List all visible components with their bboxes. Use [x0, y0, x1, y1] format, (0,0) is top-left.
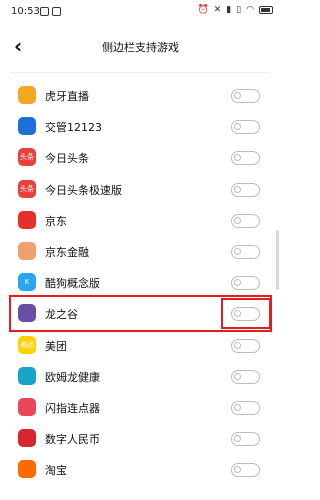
huya-icon: [18, 86, 36, 104]
app-label: 今日头条极速版: [45, 183, 122, 197]
notification-icon: [52, 7, 61, 16]
app-label: 京东: [45, 214, 67, 228]
list-item: 闪指连点器: [0, 392, 281, 423]
status-time: 10:53: [11, 6, 40, 17]
list-item: 头条 今日头条: [0, 142, 281, 173]
toggle-switch[interactable]: [231, 213, 260, 228]
toggle-switch[interactable]: [231, 400, 260, 415]
jd-finance-icon: [18, 241, 36, 260]
list-item: 淘宝: [0, 454, 281, 485]
app-label: 交管12123: [45, 121, 102, 135]
app-label: 淘宝: [45, 464, 67, 478]
app-label: 数字人民币: [45, 433, 100, 447]
highlight-toggle-box: [221, 298, 271, 329]
meituan-icon: 美团: [18, 335, 36, 354]
app-label: 酷狗概念版: [45, 277, 100, 291]
toggle-switch[interactable]: [231, 151, 260, 166]
toutiao-lite-icon: 头条: [18, 179, 36, 198]
toggle-switch[interactable]: [231, 182, 260, 197]
jd-icon: [18, 210, 36, 229]
wifi-icon: ◠: [246, 5, 254, 15]
toutiao-icon: 头条: [18, 148, 36, 167]
list-item: 美团 美团: [0, 330, 281, 361]
omron-icon: [18, 366, 36, 385]
mute-icon: ✕: [213, 5, 222, 15]
list-item: 欧姆龙健康: [0, 361, 281, 392]
status-icons: ⏰ ✕ ▮ ▯ ◠: [197, 5, 273, 15]
toggle-switch[interactable]: [231, 89, 260, 103]
app-label: 京东金融: [45, 245, 89, 259]
page-title: 侧边栏支持游戏: [102, 41, 179, 54]
taobao-icon: [18, 460, 36, 479]
list-item: K 酷狗概念版: [0, 267, 281, 298]
clicker-icon: [18, 397, 36, 416]
toggle-switch[interactable]: [231, 463, 260, 478]
toggle-switch[interactable]: [231, 244, 260, 259]
notification-icon: [40, 7, 49, 16]
app-label: 今日头条: [45, 152, 89, 166]
app-label: 欧姆龙健康: [45, 370, 100, 384]
ecny-icon: [18, 429, 36, 448]
app-list: 虎牙直播 交管12123 头条 今日头条 头条 今日头条极速版 京东 京东金融 K 酷狗概念版 龙之…: [0, 80, 281, 485]
list-item: 京东金融: [0, 236, 281, 267]
battery-icon: [259, 6, 273, 14]
scrollbar[interactable]: [276, 230, 279, 290]
vibrate-icon: ▯: [236, 5, 242, 15]
list-item: 虎牙直播: [0, 80, 281, 111]
list-item: 交管12123: [0, 111, 281, 142]
list-item: 头条 今日头条极速版: [0, 174, 281, 205]
app-label: 美团: [45, 339, 67, 353]
toggle-switch[interactable]: [231, 276, 260, 291]
status-bar: 10:53 ⏰ ✕ ▮ ▯ ◠: [0, 0, 281, 24]
toggle-switch[interactable]: [231, 369, 260, 384]
list-item: 京东: [0, 205, 281, 236]
toggle-switch[interactable]: [231, 120, 260, 135]
header: ‹ 侧边栏支持游戏: [0, 30, 281, 64]
toggle-switch[interactable]: [231, 432, 260, 447]
list-item: 数字人民币: [0, 423, 281, 454]
sim-icon: ▮: [226, 5, 232, 15]
header-divider: [10, 72, 271, 73]
app-label: 闪指连点器: [45, 401, 100, 415]
toggle-switch[interactable]: [231, 338, 260, 353]
kugou-icon: K: [18, 273, 36, 292]
alarm-icon: ⏰: [197, 5, 209, 15]
app-label: 虎牙直播: [45, 90, 89, 103]
jiaoguan-icon: [18, 117, 36, 136]
